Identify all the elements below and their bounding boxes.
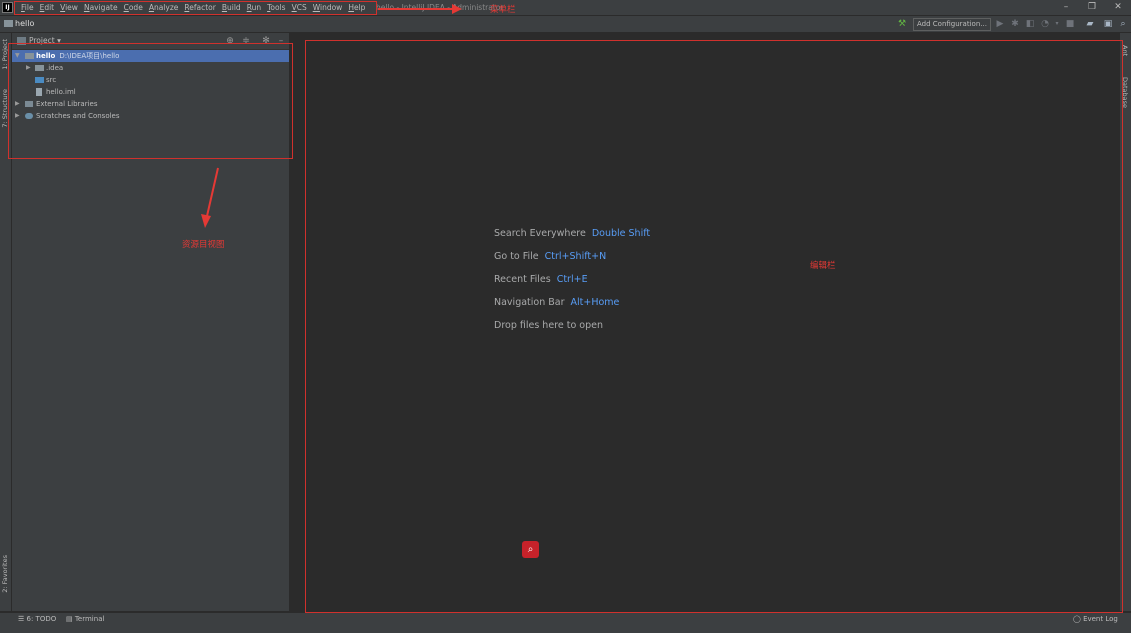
project-structure-icon[interactable]: ▰	[1084, 18, 1096, 30]
project-view-annotation-box	[8, 43, 293, 159]
build-hammer-icon[interactable]: ⚒	[896, 18, 908, 30]
chevron-down-icon[interactable]: ▾	[1051, 18, 1063, 30]
add-configuration-button[interactable]: Add Configuration...	[913, 18, 991, 31]
project-view-annotation-label: 资源目视图	[182, 240, 225, 250]
search-icon[interactable]: ⌕	[1117, 18, 1129, 30]
intellij-logo-icon: IJ	[2, 2, 13, 13]
navigation-bar: hello ⚒ Add Configuration... ▶ ✱ ◧ ◔ ▾ ■…	[0, 16, 1131, 33]
tool-tab-favorites[interactable]: 2: Favorites	[1, 555, 9, 593]
profile-icon[interactable]: ◔	[1039, 18, 1051, 30]
terminal-label: Terminal	[74, 615, 105, 623]
project-view-annotation-arrow	[201, 167, 219, 228]
terminal-icon: ▤	[66, 615, 75, 623]
todo-label: 6: TODO	[26, 615, 57, 623]
editor-annotation-box	[305, 40, 1123, 613]
breadcrumb-project[interactable]: hello	[15, 16, 34, 32]
event-log-label: Event Log	[1083, 615, 1118, 623]
menu-bar-annotation-label: 菜单栏	[490, 5, 516, 15]
list-icon: ☰	[18, 615, 27, 623]
event-log-tab[interactable]: ◯ Event Log	[1073, 613, 1118, 626]
close-button[interactable]: ✕	[1105, 0, 1131, 15]
terminal-tab[interactable]: ▤ Terminal	[66, 613, 104, 626]
editor-annotation-label: 编辑栏	[810, 261, 836, 271]
event-log-icon: ◯	[1073, 615, 1084, 623]
stop-icon[interactable]: ■	[1064, 18, 1076, 30]
layout-icon[interactable]: ▣	[1102, 18, 1114, 30]
project-folder-icon	[4, 20, 13, 27]
menu-bar-annotation-arrow	[378, 4, 462, 14]
coverage-icon[interactable]: ◧	[1024, 18, 1036, 30]
run-icon[interactable]: ▶	[994, 18, 1006, 30]
restore-button[interactable]: ❐	[1079, 0, 1105, 15]
minimize-button[interactable]: –	[1053, 0, 1079, 15]
todo-tab[interactable]: ☰ 6: TODO	[18, 613, 56, 626]
status-bar: ☰ 6: TODO ▤ Terminal ◯ Event Log	[0, 612, 1131, 633]
menu-bar-annotation-box	[14, 1, 377, 15]
debug-icon[interactable]: ✱	[1009, 18, 1021, 30]
